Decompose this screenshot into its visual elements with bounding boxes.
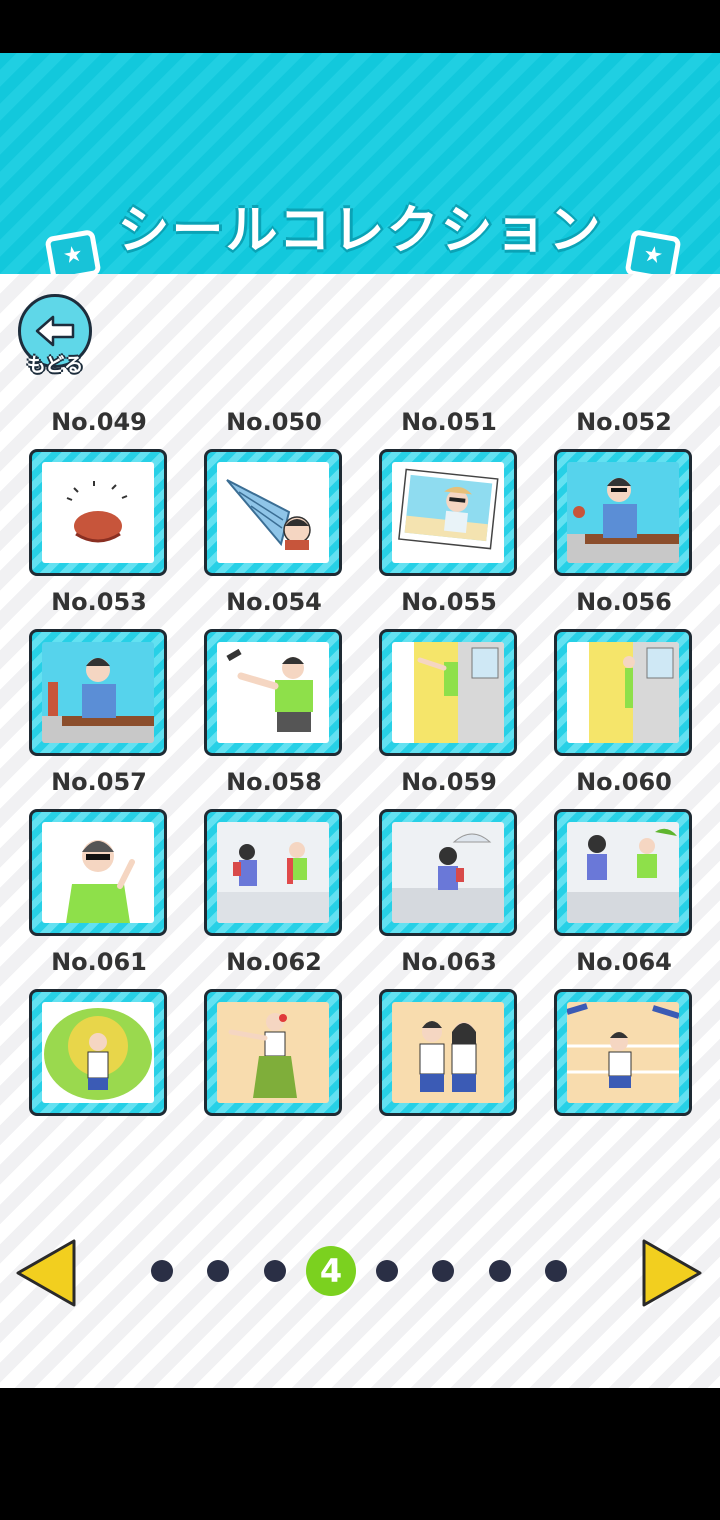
sticker-image-shell (217, 462, 329, 563)
sticker-number: No.051 (401, 408, 497, 436)
sticker-cell: No.062 (204, 944, 344, 1124)
sticker-number: No.050 (226, 408, 322, 436)
sticker-image-door (392, 642, 504, 743)
sticker-number: No.060 (576, 768, 672, 796)
sticker-cell: No.056 (554, 584, 694, 764)
right-triangle-icon[interactable] (640, 1237, 704, 1309)
sticker-frame[interactable] (29, 809, 167, 936)
sticker-cell: No.050 (204, 404, 344, 584)
sticker-cell: No.051 (379, 404, 519, 584)
sticker-number: No.057 (51, 768, 147, 796)
sticker-cell: No.060 (554, 764, 694, 944)
sticker-number: No.061 (51, 948, 147, 976)
page-dot[interactable] (264, 1260, 286, 1282)
sticker-number: No.056 (576, 588, 672, 616)
sticker-cell: No.057 (29, 764, 169, 944)
sticker-image-door-peek (567, 642, 679, 743)
sticker-frame[interactable] (554, 989, 692, 1116)
sticker-frame[interactable] (554, 809, 692, 936)
page-dot[interactable] (151, 1260, 173, 1282)
sticker-number: No.055 (401, 588, 497, 616)
sticker-number: No.062 (226, 948, 322, 976)
sticker-cell: No.064 (554, 944, 694, 1124)
sticker-frame[interactable] (554, 629, 692, 756)
page-dot[interactable] (376, 1260, 398, 1282)
sticker-frame[interactable] (204, 449, 342, 576)
sticker-image-street (217, 822, 329, 923)
header-banner: ★ シールコレクション ★ (0, 53, 720, 283)
page-indicator: 4 (140, 1246, 580, 1296)
sticker-frame[interactable] (29, 629, 167, 756)
sticker-image-running (567, 1002, 679, 1103)
sticker-number: No.064 (576, 948, 672, 976)
sticker-frame[interactable] (29, 449, 167, 576)
sticker-frame[interactable] (204, 629, 342, 756)
sticker-number: No.054 (226, 588, 322, 616)
status-bar (0, 0, 720, 53)
page-dot[interactable] (489, 1260, 511, 1282)
sticker-frame[interactable] (204, 989, 342, 1116)
sticker-cell: No.053 (29, 584, 169, 764)
sticker-cell: No.059 (379, 764, 519, 944)
left-triangle-icon[interactable] (14, 1237, 78, 1309)
page-dot-active[interactable]: 4 (306, 1246, 356, 1296)
sticker-number: No.058 (226, 768, 322, 796)
sticker-cell: No.052 (554, 404, 694, 584)
back-button[interactable]: もどる (18, 294, 92, 384)
sticker-cell: No.058 (204, 764, 344, 944)
sticker-cell: No.055 (379, 584, 519, 764)
sticker-frame[interactable] (379, 989, 517, 1116)
page-title: シールコレクション (117, 201, 603, 261)
sticker-number: No.059 (401, 768, 497, 796)
sticker-cell: No.049 (29, 404, 169, 584)
sticker-image-beach-photo (392, 462, 504, 563)
sticker-number: No.049 (51, 408, 147, 436)
page-dot[interactable] (432, 1260, 454, 1282)
navigation-bar (0, 1388, 720, 1520)
sticker-image-hula (217, 1002, 329, 1103)
page-dot[interactable] (545, 1260, 567, 1282)
sticker-grid: No.049 No.050 No.051 No.052 No.053 No.05… (29, 404, 693, 1124)
sticker-image-carnival (42, 1002, 154, 1103)
sticker-frame[interactable] (204, 809, 342, 936)
sticker-frame[interactable] (29, 989, 167, 1116)
sticker-image-crab (42, 462, 154, 563)
sticker-image-rain (567, 822, 679, 923)
sticker-frame[interactable] (379, 449, 517, 576)
sticker-image-boy-sunglasses (42, 822, 154, 923)
sticker-frame[interactable] (379, 809, 517, 936)
page-dot[interactable] (207, 1260, 229, 1282)
sticker-number: No.053 (51, 588, 147, 616)
sticker-frame[interactable] (379, 629, 517, 756)
sticker-image-umbrella (392, 822, 504, 923)
sticker-image-boy-phone (42, 642, 154, 743)
sticker-number: No.063 (401, 948, 497, 976)
back-label: もどる (26, 354, 84, 376)
sticker-number: No.052 (576, 408, 672, 436)
sticker-cell: No.054 (204, 584, 344, 764)
sticker-image-couple (392, 1002, 504, 1103)
sticker-frame[interactable] (554, 449, 692, 576)
sticker-cell: No.061 (29, 944, 169, 1124)
sticker-image-boy-throw (217, 642, 329, 743)
sticker-image-boy-window (567, 462, 679, 563)
sticker-cell: No.063 (379, 944, 519, 1124)
